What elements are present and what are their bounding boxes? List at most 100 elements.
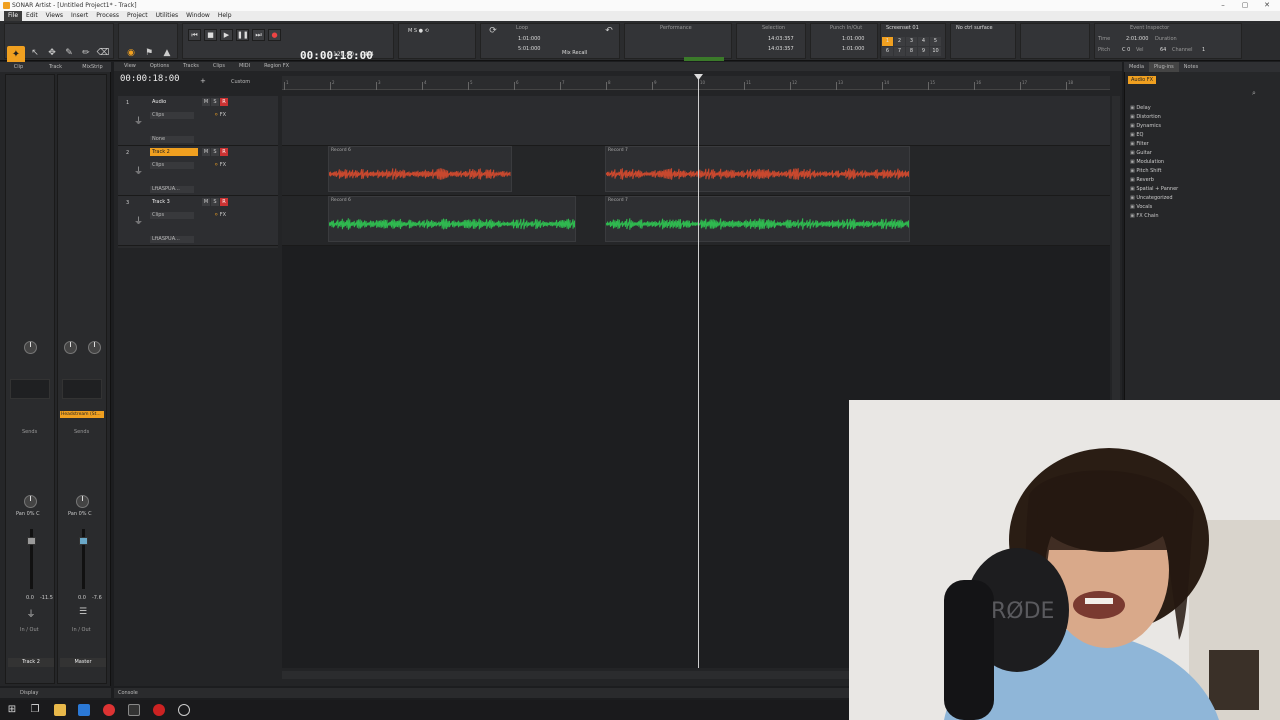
fast-forward-button[interactable]: ⏭ <box>252 29 265 41</box>
mute-button[interactable]: M <box>202 198 210 206</box>
clips-dropdown[interactable]: Clips <box>150 162 194 169</box>
clips-dropdown[interactable]: Clips <box>150 112 194 119</box>
marker-icon[interactable]: ▲ <box>160 48 174 60</box>
menu-project[interactable]: Project <box>123 11 152 21</box>
start-icon[interactable]: ⊞ <box>6 704 18 716</box>
input-dropdown[interactable]: LftASPUA... <box>150 236 194 243</box>
vscode-icon[interactable] <box>78 704 90 716</box>
task-view-icon[interactable]: ❐ <box>29 704 41 716</box>
screenset-button[interactable]: 9 <box>918 47 929 56</box>
tab-clip[interactable]: Clip <box>0 62 37 72</box>
fx-label[interactable]: FX <box>214 162 226 168</box>
mute-button[interactable]: M <box>202 98 210 106</box>
clip-record7-track3[interactable]: Record 7 <box>605 196 910 242</box>
tree-item[interactable]: EQ <box>1130 132 1143 138</box>
control-surface-select[interactable]: No ctrl surface <box>956 25 993 31</box>
strip-name-master[interactable]: Master <box>60 658 106 667</box>
tv-menu-clips[interactable]: Clips <box>213 62 225 71</box>
display-tab[interactable]: Display <box>0 688 111 698</box>
minimize-button[interactable]: – <box>1212 0 1234 11</box>
tab-media[interactable]: Media <box>1124 62 1149 72</box>
record-arm-button[interactable]: R <box>220 148 228 156</box>
solo-button[interactable]: S <box>211 198 219 206</box>
playhead-line[interactable] <box>698 76 699 668</box>
volume-fader-master[interactable] <box>79 537 88 545</box>
mute-button[interactable]: M <box>202 148 210 156</box>
gain-knob[interactable] <box>24 341 37 354</box>
erase-tool-icon[interactable]: ⌫ <box>96 48 110 60</box>
tree-item[interactable]: Delay <box>1130 105 1150 111</box>
strip-name-track2[interactable]: Track 2 <box>8 658 54 667</box>
file-explorer-icon[interactable] <box>54 704 66 716</box>
input-dropdown[interactable]: None <box>150 136 194 143</box>
menu-insert[interactable]: Insert <box>67 11 92 21</box>
record-arm-button[interactable]: R <box>220 198 228 206</box>
clip-record6-track3[interactable]: Record 6 <box>328 196 576 242</box>
track-header-audio[interactable]: 1 Audio MSR ⏚ Clips FX None <box>118 96 278 146</box>
track-header-track3[interactable]: 3 Track 3 MSR ⏚ Clips FX LftASPUA... <box>118 196 278 246</box>
volume-fader[interactable] <box>27 537 36 545</box>
screenset-button[interactable]: 2 <box>894 37 905 46</box>
record-app-icon[interactable] <box>153 704 165 716</box>
screenset-label[interactable]: Screenset 01 <box>886 25 919 31</box>
clip-record6-track2[interactable]: Record 6 <box>328 146 512 192</box>
lane-track3[interactable]: Record 6 Record 7 <box>282 196 1110 246</box>
clock-app-icon[interactable] <box>178 704 190 716</box>
menu-window[interactable]: Window <box>182 11 214 21</box>
trim-knob-master[interactable] <box>88 341 101 354</box>
eq-thumbnail[interactable] <box>10 379 50 399</box>
screenset-button[interactable]: 10 <box>930 47 941 56</box>
ei-vel-value[interactable]: 64 <box>1160 47 1166 53</box>
screenset-button[interactable]: 4 <box>918 37 929 46</box>
tab-track[interactable]: Track <box>37 62 74 72</box>
tree-item[interactable]: Guitar <box>1130 150 1152 156</box>
tree-item[interactable]: Pitch Shift <box>1130 168 1161 174</box>
loop-icon[interactable]: ⟳ <box>486 26 500 38</box>
track-name[interactable]: Track 3 <box>150 198 198 206</box>
punch-end[interactable]: 1:01:000 <box>842 46 864 52</box>
record-button[interactable]: ● <box>268 29 281 41</box>
ei-pitch-value[interactable]: C 0 <box>1122 47 1130 53</box>
track-name[interactable]: Track 2 <box>150 148 198 156</box>
play-button[interactable]: ▶ <box>220 29 233 41</box>
trackview-now-time[interactable]: 00:00:18:00 <box>120 74 180 84</box>
undo-icon[interactable]: ↶ <box>602 26 616 38</box>
screenset-button[interactable]: 7 <box>894 47 905 56</box>
tab-plugins[interactable]: Plug-ins <box>1149 62 1179 72</box>
mix-buttons[interactable]: M S ● ⟲ <box>408 28 429 34</box>
opera-icon[interactable] <box>103 704 115 716</box>
menu-views[interactable]: Views <box>42 11 67 21</box>
audio-fx-subtab[interactable]: Audio FX <box>1128 76 1157 84</box>
rewind-button[interactable]: ⏮ <box>188 29 201 41</box>
snap-icon[interactable]: ◉ <box>124 48 138 60</box>
draw-tool-icon[interactable]: ✏ <box>79 48 93 60</box>
timeline-ruler[interactable]: 1 2 3 4 5 6 7 8 9 10 11 12 13 14 15 16 17 18 <box>282 76 1110 90</box>
loop-end[interactable]: 5:01:000 <box>518 46 540 52</box>
mix-recall[interactable]: Mix Recall <box>562 50 587 56</box>
menu-file[interactable]: File <box>4 11 23 21</box>
tree-item[interactable]: Vocals <box>1130 204 1152 210</box>
tab-notes[interactable]: Notes <box>1179 62 1203 72</box>
pan-knob-master[interactable] <box>76 495 89 508</box>
menu-process[interactable]: Process <box>92 11 123 21</box>
meter-display[interactable]: 4/4 <box>364 51 374 58</box>
selection-end[interactable]: 14:03:357 <box>768 46 794 52</box>
lane-audio[interactable] <box>282 96 1110 146</box>
gain-knob-master[interactable] <box>64 341 77 354</box>
tree-item[interactable]: Modulation <box>1130 159 1164 165</box>
add-track-icon[interactable]: + <box>200 77 206 85</box>
fx-label[interactable]: FX <box>214 212 226 218</box>
screenset-button[interactable]: 1 <box>882 37 893 46</box>
menu-utilities[interactable]: Utilities <box>152 11 183 21</box>
ei-time-value[interactable]: 2:01:000 <box>1126 36 1148 42</box>
fx-slot[interactable]: Headstream (St... <box>60 411 104 418</box>
clip-record7-track2[interactable]: Record 7 <box>605 146 910 192</box>
punch-start[interactable]: 1:01:000 <box>842 36 864 42</box>
track-header-track2[interactable]: 2 Track 2 MSR ⏚ Clips FX LftASPUA... <box>118 146 278 196</box>
sonar-taskbar-icon[interactable] <box>128 704 140 716</box>
screenset-button[interactable]: 6 <box>882 47 893 56</box>
tree-item[interactable]: Uncategorized <box>1130 195 1172 201</box>
eq-thumbnail-master[interactable] <box>62 379 102 399</box>
fx-label[interactable]: FX <box>214 112 226 118</box>
search-icon[interactable]: ⌕ <box>1252 89 1256 98</box>
